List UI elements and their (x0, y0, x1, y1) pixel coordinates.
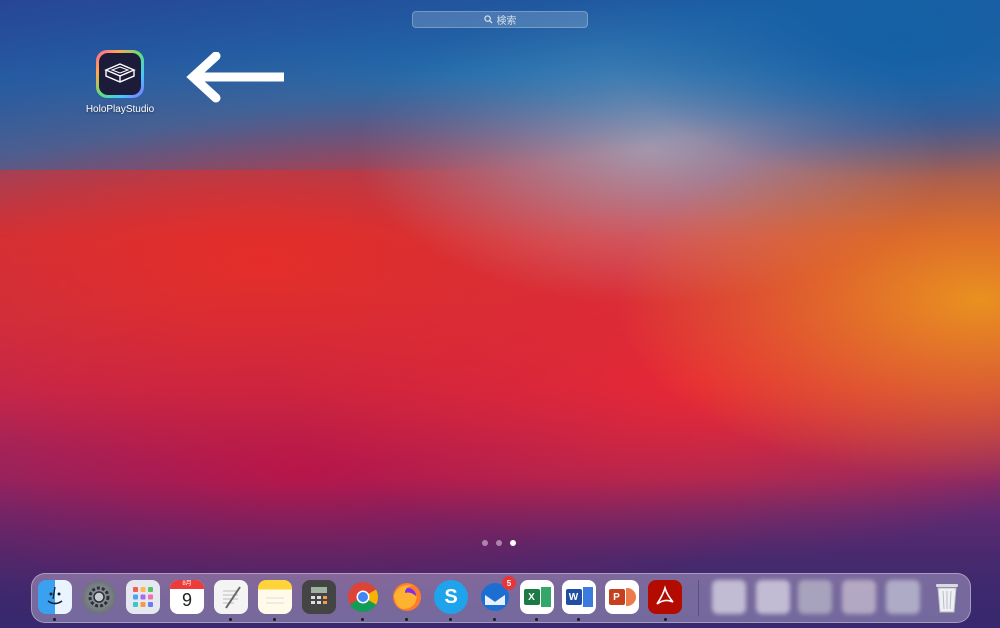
minimized-window[interactable] (842, 580, 876, 614)
page-indicator (482, 540, 516, 546)
running-indicator (493, 618, 496, 621)
search-icon (483, 15, 493, 24)
minimized-window[interactable] (756, 580, 790, 614)
running-indicator (449, 618, 452, 621)
app-label: HoloPlayStudio (85, 104, 155, 115)
minimized-window[interactable] (798, 580, 832, 614)
running-indicator (53, 618, 56, 621)
page-dot[interactable] (496, 540, 502, 546)
arrow-left-icon (186, 52, 284, 103)
running-indicator (405, 618, 408, 621)
dock: 8月 9 S 5 X W P (31, 573, 971, 623)
page-dot-active[interactable] (510, 540, 516, 546)
skype-icon[interactable]: S (434, 580, 468, 614)
search-input[interactable]: 検索 (412, 11, 588, 28)
word-icon[interactable]: W (562, 580, 596, 614)
calculator-icon[interactable] (302, 580, 336, 614)
excel-icon[interactable]: X (520, 580, 554, 614)
calendar-icon[interactable]: 8月 9 (170, 580, 204, 614)
page-dot[interactable] (482, 540, 488, 546)
acrobat-icon[interactable] (648, 580, 682, 614)
dock-separator (698, 580, 699, 616)
notification-badge: 5 (502, 576, 516, 590)
gear-icon[interactable] (82, 580, 116, 614)
chrome-icon[interactable] (346, 580, 380, 614)
minimized-window[interactable] (886, 580, 920, 614)
calendar-day: 9 (181, 590, 192, 610)
running-indicator (229, 618, 232, 621)
powerpoint-icon[interactable]: P (605, 580, 639, 614)
firefox-icon[interactable] (390, 580, 424, 614)
launchpad-icon[interactable] (126, 580, 160, 614)
running-indicator (361, 618, 364, 621)
notes-icon[interactable] (258, 580, 292, 614)
app-holoplaystudio[interactable]: HoloPlayStudio (82, 50, 158, 115)
running-indicator (535, 618, 538, 621)
minimized-window[interactable] (712, 580, 746, 614)
search-placeholder: 検索 (496, 16, 517, 27)
textedit-icon[interactable] (214, 580, 248, 614)
running-indicator (664, 618, 667, 621)
holoplaystudio-icon (96, 50, 144, 98)
running-indicator (577, 618, 580, 621)
wallpaper-layer (480, 0, 1000, 240)
trash-icon[interactable] (930, 580, 964, 614)
running-indicator (273, 618, 276, 621)
finder-icon[interactable] (38, 580, 72, 614)
thunderbird-icon[interactable]: 5 (478, 576, 516, 614)
calendar-month: 8月 (170, 580, 204, 589)
